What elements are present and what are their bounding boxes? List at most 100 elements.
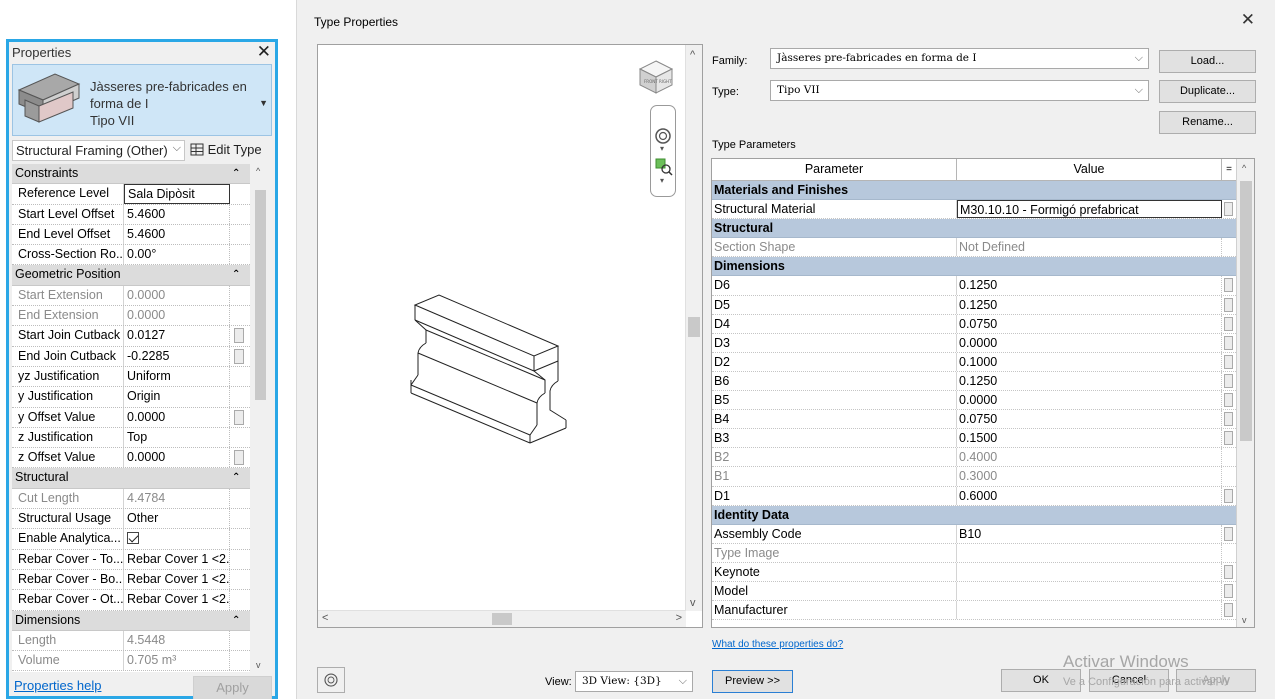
associate-parameter-button[interactable]	[1224, 335, 1233, 350]
parameter-row-d3[interactable]: D3 0.0000	[712, 333, 1254, 353]
associate-parameter-button[interactable]	[1224, 297, 1233, 312]
column-header-value[interactable]: Value	[957, 159, 1222, 180]
parameter-value[interactable]	[957, 581, 1222, 601]
associate-parameter-cell[interactable]	[1222, 334, 1236, 352]
group-header-dimensions[interactable]: Dimensions⌃	[712, 257, 1254, 277]
close-icon[interactable]: ✕	[257, 42, 271, 62]
preview-vertical-scrollbar[interactable]: ^ v	[685, 45, 702, 611]
property-row-rebar-cover-bo[interactable]: Rebar Cover - Bo... Rebar Cover 1 <2...	[12, 569, 250, 591]
scroll-up-icon[interactable]: ^	[690, 49, 695, 61]
associate-parameter-button[interactable]	[1224, 583, 1233, 598]
associate-parameter-cell[interactable]	[1222, 276, 1236, 294]
dialog-apply-button[interactable]: Apply	[1176, 669, 1256, 692]
parameter-value[interactable]: 0.0000	[957, 333, 1222, 352]
parameter-row-model[interactable]: Model	[712, 581, 1254, 602]
parameter-value[interactable]: 0.1500	[957, 429, 1222, 448]
associate-parameter-button[interactable]	[234, 348, 244, 364]
property-value[interactable]: Rebar Cover 1 <2...	[124, 549, 230, 569]
associate-parameter-button[interactable]	[1224, 278, 1233, 293]
parameter-row-b6[interactable]: B6 0.1250	[712, 371, 1254, 392]
property-row-y-offset-value[interactable]: y Offset Value 0.0000	[12, 407, 250, 428]
property-value[interactable]: -0.2285	[124, 346, 230, 366]
parameter-row-d6[interactable]: D6 0.1250	[712, 276, 1254, 296]
associate-parameter-cell[interactable]	[1222, 563, 1236, 581]
property-row-y-justification[interactable]: y Justification Origin	[12, 387, 250, 408]
load-button[interactable]: Load...	[1159, 50, 1256, 73]
parameter-value[interactable]	[957, 601, 1222, 620]
associate-parameter-cell[interactable]	[230, 347, 250, 366]
associate-parameter-cell[interactable]	[1222, 525, 1236, 543]
property-row-reference-level[interactable]: Reference Level Sala Dipòsit	[12, 184, 250, 205]
associate-parameter-button[interactable]	[1224, 354, 1233, 369]
parameter-row-d5[interactable]: D5 0.1250	[712, 295, 1254, 315]
collapse-icon[interactable]: ⌃	[232, 265, 250, 284]
associate-parameter-cell[interactable]	[1222, 391, 1236, 409]
associate-parameter-button[interactable]	[234, 409, 244, 425]
associate-parameter-button[interactable]	[1224, 412, 1233, 427]
type-dropdown-icon[interactable]: ▼	[259, 98, 268, 108]
property-row-start-level-offset[interactable]: Start Level Offset 5.4600	[12, 204, 250, 225]
scroll-down-icon[interactable]: v	[1242, 615, 1247, 625]
associate-parameter-cell[interactable]	[1222, 296, 1236, 314]
associate-parameter-button[interactable]	[1224, 431, 1233, 446]
parameter-value[interactable]: 0.1000	[957, 352, 1222, 371]
property-row-structural-usage[interactable]: Structural Usage Other	[12, 509, 250, 530]
associate-parameter-button[interactable]	[1224, 564, 1233, 579]
edit-type-button[interactable]: Edit Type	[190, 142, 262, 157]
properties-info-link[interactable]: What do these properties do?	[712, 639, 843, 650]
collapse-icon[interactable]: ⌃	[232, 611, 250, 630]
property-row-yz-justification[interactable]: yz Justification Uniform	[12, 366, 250, 388]
parameter-value[interactable]: 0.0000	[957, 391, 1222, 410]
associate-parameter-cell[interactable]	[1222, 353, 1236, 371]
parameter-row-d4[interactable]: D4 0.0750	[712, 314, 1254, 334]
associate-parameter-button[interactable]	[1224, 202, 1233, 217]
cancel-button[interactable]: Cancel	[1089, 669, 1169, 692]
associate-parameter-cell[interactable]	[230, 408, 250, 427]
type-select[interactable]: Tipo VII ⌵	[770, 80, 1149, 101]
property-value[interactable]: 0.00°	[124, 245, 230, 265]
associate-parameter-cell[interactable]	[1222, 315, 1236, 333]
parameter-row-keynote[interactable]: Keynote	[712, 562, 1254, 582]
parameter-value[interactable]: 0.1250	[957, 295, 1222, 314]
properties-help-link[interactable]: Properties help	[14, 678, 101, 693]
scroll-down-icon[interactable]: v	[690, 597, 696, 609]
property-row-rebar-cover-to[interactable]: Rebar Cover - To... Rebar Cover 1 <2...	[12, 549, 250, 570]
associate-parameter-button[interactable]	[1224, 373, 1233, 388]
property-row-cross-section-ro[interactable]: Cross-Section Ro... 0.00°	[12, 245, 250, 266]
apply-button[interactable]: Apply	[193, 676, 272, 699]
property-value[interactable]: Origin	[124, 387, 230, 407]
parameter-value[interactable]: 0.1250	[957, 276, 1222, 295]
parameter-row-d2[interactable]: D2 0.1000	[712, 352, 1254, 372]
scrollbar-thumb[interactable]	[492, 613, 512, 625]
rename-button[interactable]: Rename...	[1159, 111, 1256, 134]
view-select[interactable]: 3D View: {3D} ⌵	[575, 671, 693, 692]
property-row-start-join-cutback[interactable]: Start Join Cutback 0.0127	[12, 326, 250, 347]
view-cube-icon[interactable]: FRONT RIGHT	[636, 57, 676, 97]
property-value[interactable]: Top	[124, 427, 230, 448]
associate-parameter-cell[interactable]	[1222, 200, 1236, 218]
scroll-up-icon[interactable]: ^	[1242, 163, 1246, 173]
category-filter[interactable]: Structural Framing (Other) ⌵	[12, 140, 185, 161]
duplicate-button[interactable]: Duplicate...	[1159, 80, 1256, 103]
property-row-end-level-offset[interactable]: End Level Offset 5.4600	[12, 224, 250, 246]
close-icon[interactable]: ✕	[1241, 10, 1255, 30]
scroll-up-icon[interactable]: ^	[256, 166, 260, 176]
type-selector[interactable]: Jàsseres pre-fabricades en forma de I Ti…	[12, 64, 272, 136]
column-header-parameter[interactable]: Parameter	[712, 159, 957, 180]
parameter-value[interactable]: 0.1250	[957, 371, 1222, 391]
property-value[interactable]: 0.0000	[124, 407, 230, 427]
zoom-region-icon[interactable]	[651, 156, 675, 178]
scroll-down-icon[interactable]: v	[256, 660, 261, 670]
property-row-z-offset-value[interactable]: z Offset Value 0.0000	[12, 448, 250, 469]
associate-parameter-button[interactable]	[1224, 603, 1233, 618]
associate-parameter-cell[interactable]	[1222, 582, 1236, 600]
property-value[interactable]: 5.4600	[124, 204, 230, 224]
group-header-structural[interactable]: Structural ⌃	[12, 468, 250, 489]
parameter-value[interactable]: 0.0750	[957, 410, 1222, 429]
property-row-enable-analytica[interactable]: Enable Analytica...	[12, 529, 250, 550]
parameter-row-b4[interactable]: B4 0.0750	[712, 410, 1254, 430]
preview-horizontal-scrollbar[interactable]: < >	[318, 610, 686, 627]
associate-parameter-button[interactable]	[1224, 316, 1233, 331]
parameter-row-b5[interactable]: B5 0.0000	[712, 391, 1254, 411]
property-row-end-join-cutback[interactable]: End Join Cutback -0.2285	[12, 346, 250, 367]
